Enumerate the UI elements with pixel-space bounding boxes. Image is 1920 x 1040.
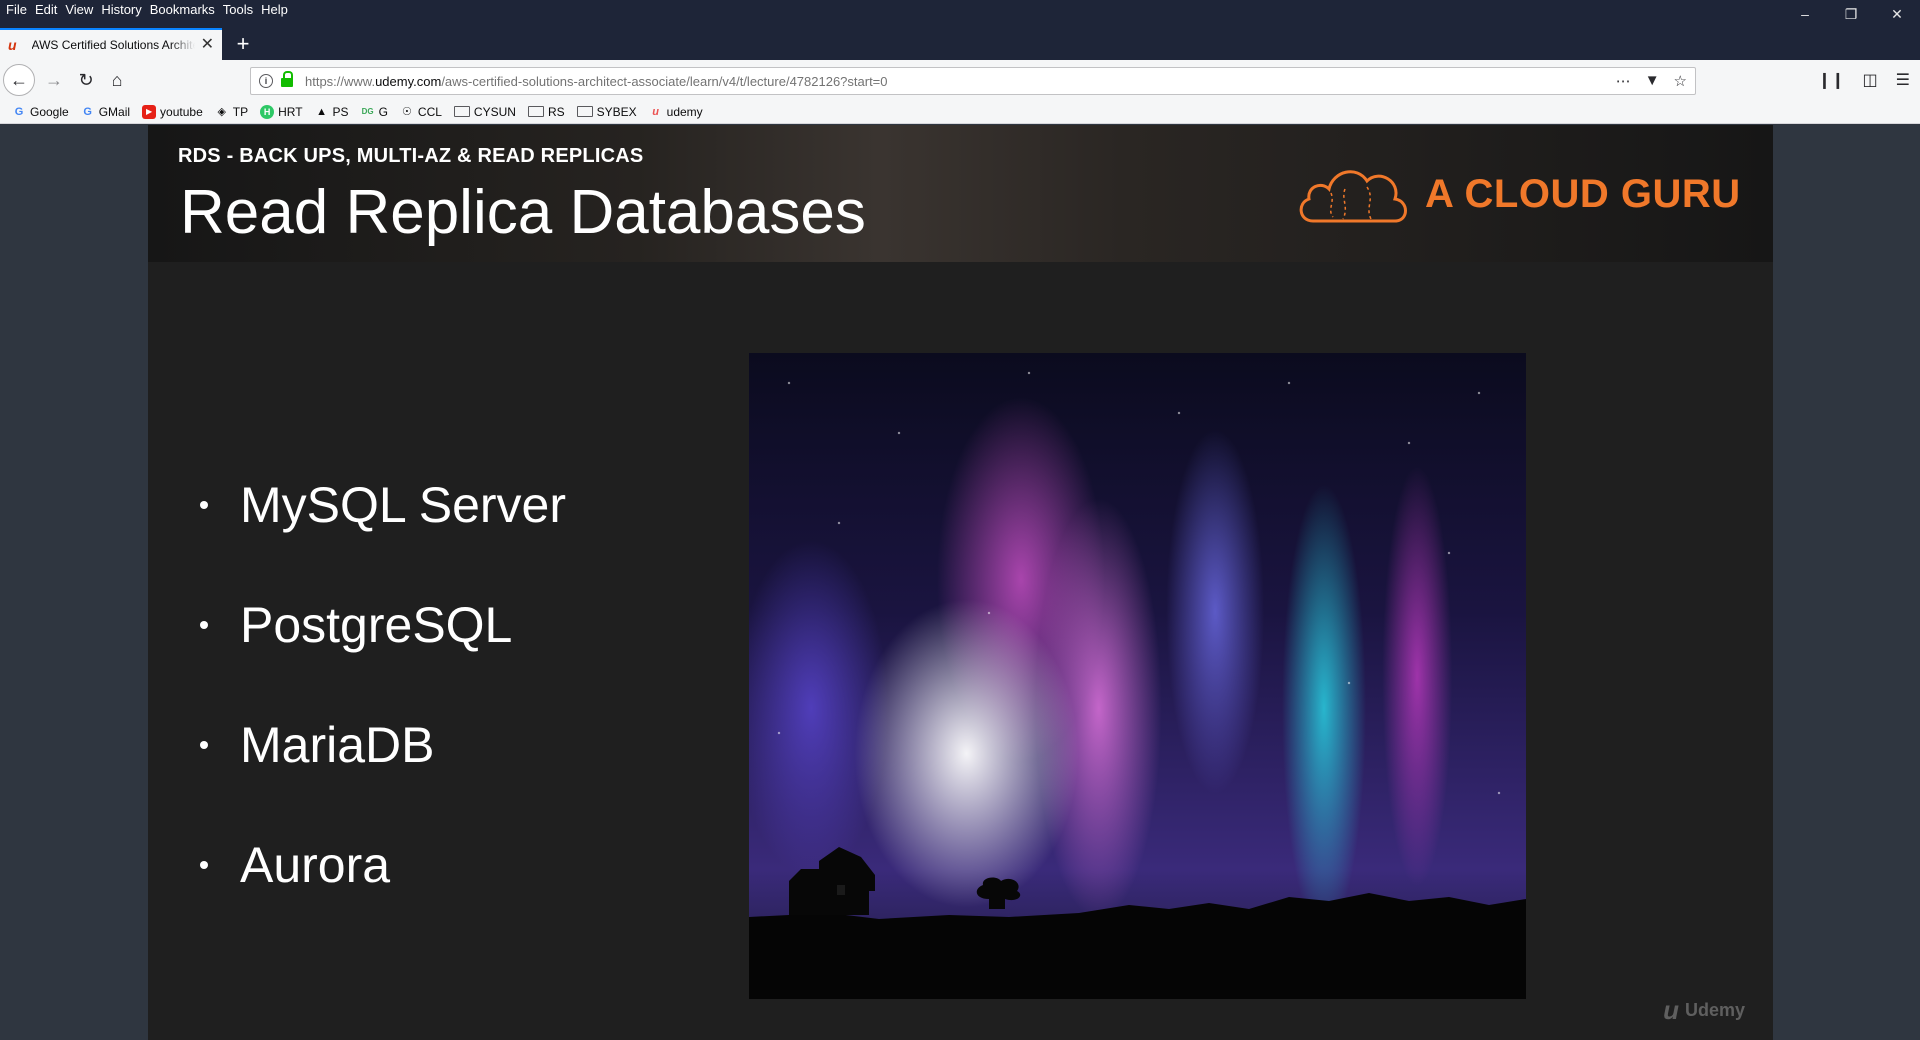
bookmark-ccl[interactable]: ☉ CCL: [400, 105, 442, 119]
bookmark-folder-rs[interactable]: RS: [527, 105, 565, 119]
navigation-toolbar: ← → ↻ ⌂ i https://www.udemy.com/aws-cert…: [0, 60, 1920, 100]
menu-bookmarks[interactable]: Bookmarks: [148, 0, 221, 20]
g-icon: DG: [361, 106, 374, 116]
url-text[interactable]: https://www.udemy.com/aws-certified-solu…: [305, 74, 888, 89]
bookmark-ps[interactable]: ▲ PS: [315, 105, 348, 119]
tp-icon: ◈: [217, 105, 226, 118]
lock-icon[interactable]: [281, 71, 293, 87]
brand-logo: A CLOUD GURU: [1295, 159, 1741, 229]
ps-icon: ▲: [316, 105, 327, 118]
ccl-icon: ☉: [401, 105, 412, 118]
list-item-text: PostgreSQL: [240, 597, 513, 653]
arrow-right-icon: →: [45, 69, 63, 90]
cloud-logo-icon: [1299, 170, 1407, 223]
url-path: /aws-certified-solutions-architect-assoc…: [441, 73, 888, 89]
slide-header: RDS - BACK UPS, MULTI-AZ & READ REPLICAS…: [148, 125, 1773, 262]
database-list: MySQL Server PostgreSQL MariaDB Aurora: [200, 445, 566, 925]
folder-icon: [453, 106, 470, 117]
slide-subtitle: RDS - BACK UPS, MULTI-AZ & READ REPLICAS: [178, 145, 644, 167]
bookmark-udemy[interactable]: u udemy: [649, 105, 702, 119]
arrow-left-icon: ←: [10, 69, 28, 90]
aurora-image: [749, 353, 1526, 999]
bookmarks-toolbar: G Google G GMail ▶ youtube ◈ TP H HRT ▲ PS DG G…: [0, 100, 1920, 124]
menu-view[interactable]: View: [63, 0, 99, 20]
url-actions: ⋯ ▼ ☆: [1616, 72, 1687, 90]
close-window-button[interactable]: ✕: [1874, 0, 1920, 28]
bookmark-gmail[interactable]: G GMail: [81, 105, 130, 119]
google-icon: G: [14, 105, 24, 118]
restore-button[interactable]: ❐: [1828, 0, 1874, 28]
udemy-icon: u: [8, 37, 17, 53]
list-item: MySQL Server: [200, 445, 566, 565]
bookmark-google[interactable]: G Google: [12, 105, 69, 119]
list-item-text: MariaDB: [240, 717, 435, 773]
toolbar-right: ❙❙ ◫ ☰: [1818, 70, 1910, 90]
bookmark-youtube[interactable]: ▶ youtube: [142, 104, 203, 119]
list-item-text: Aurora: [240, 837, 391, 893]
home-icon: ⌂: [111, 69, 123, 90]
udemy-watermark: u Udemy: [1663, 995, 1745, 1026]
pocket-icon[interactable]: ▼: [1645, 72, 1660, 90]
page-actions-icon[interactable]: ⋯: [1616, 72, 1631, 90]
info-icon[interactable]: i: [259, 74, 273, 88]
minimize-button[interactable]: –: [1782, 0, 1828, 28]
star-icon[interactable]: ☆: [1674, 72, 1687, 90]
watermark-text: Udemy: [1684, 1000, 1745, 1020]
page-content: RDS - BACK UPS, MULTI-AZ & READ REPLICAS…: [0, 125, 1920, 1040]
youtube-icon: ▶: [142, 104, 157, 119]
new-tab-button[interactable]: +: [230, 32, 256, 58]
folder-icon: [527, 106, 544, 117]
menu-bar: File Edit View History Bookmarks Tools H…: [4, 0, 294, 20]
menu-edit[interactable]: Edit: [33, 0, 63, 20]
bullet-icon: [200, 861, 208, 869]
bookmark-g[interactable]: DG G: [361, 105, 388, 119]
tab-title: AWS Certified Solutions Architect: [31, 38, 195, 52]
bookmark-folder-cysun[interactable]: CYSUN: [453, 105, 516, 119]
bookmark-hrt[interactable]: H HRT: [260, 104, 303, 119]
bullet-icon: [200, 741, 208, 749]
landscape-silhouette: [749, 847, 1526, 999]
home-button[interactable]: ⌂: [101, 64, 133, 96]
menu-file[interactable]: File: [4, 0, 33, 20]
bullet-icon: [200, 621, 208, 629]
back-button[interactable]: ←: [3, 64, 35, 96]
bookmark-tp[interactable]: ◈ TP: [215, 105, 249, 119]
brand-name: A CLOUD GURU: [1425, 171, 1741, 216]
menu-tools[interactable]: Tools: [221, 0, 259, 20]
menu-help[interactable]: Help: [259, 0, 294, 20]
list-item: PostgreSQL: [200, 565, 566, 685]
list-item: MariaDB: [200, 685, 566, 805]
url-bar[interactable]: i https://www.udemy.com/aws-certified-so…: [250, 67, 1696, 95]
bookmark-folder-sybex[interactable]: SYBEX: [576, 105, 637, 119]
hackerrank-icon: H: [260, 104, 275, 119]
bullet-icon: [200, 501, 208, 509]
hamburger-menu-icon[interactable]: ☰: [1896, 70, 1910, 90]
reload-icon: ↻: [78, 69, 94, 90]
udemy-icon: u: [652, 105, 659, 118]
reload-button[interactable]: ↻: [70, 64, 102, 96]
lecture-video-slide[interactable]: RDS - BACK UPS, MULTI-AZ & READ REPLICAS…: [148, 125, 1773, 1040]
sidebar-icon[interactable]: ◫: [1863, 70, 1878, 90]
browser-titlebar: File Edit View History Bookmarks Tools H…: [0, 0, 1920, 60]
udemy-icon: u: [1663, 995, 1679, 1025]
google-icon: G: [83, 105, 92, 118]
url-prefix: https://www.: [305, 73, 376, 89]
url-domain: udemy.com: [375, 73, 442, 89]
list-item: Aurora: [200, 805, 566, 925]
forward-button[interactable]: →: [38, 64, 70, 96]
tab-active[interactable]: u AWS Certified Solutions Architect ✕: [0, 28, 222, 60]
close-tab-icon[interactable]: ✕: [201, 37, 214, 53]
library-icon[interactable]: ❙❙: [1818, 70, 1845, 90]
folder-icon: [576, 106, 593, 117]
slide-title: Read Replica Databases: [180, 178, 866, 247]
list-item-text: MySQL Server: [240, 477, 567, 533]
window-controls: – ❐ ✕: [1782, 0, 1920, 28]
menu-history[interactable]: History: [99, 0, 147, 20]
